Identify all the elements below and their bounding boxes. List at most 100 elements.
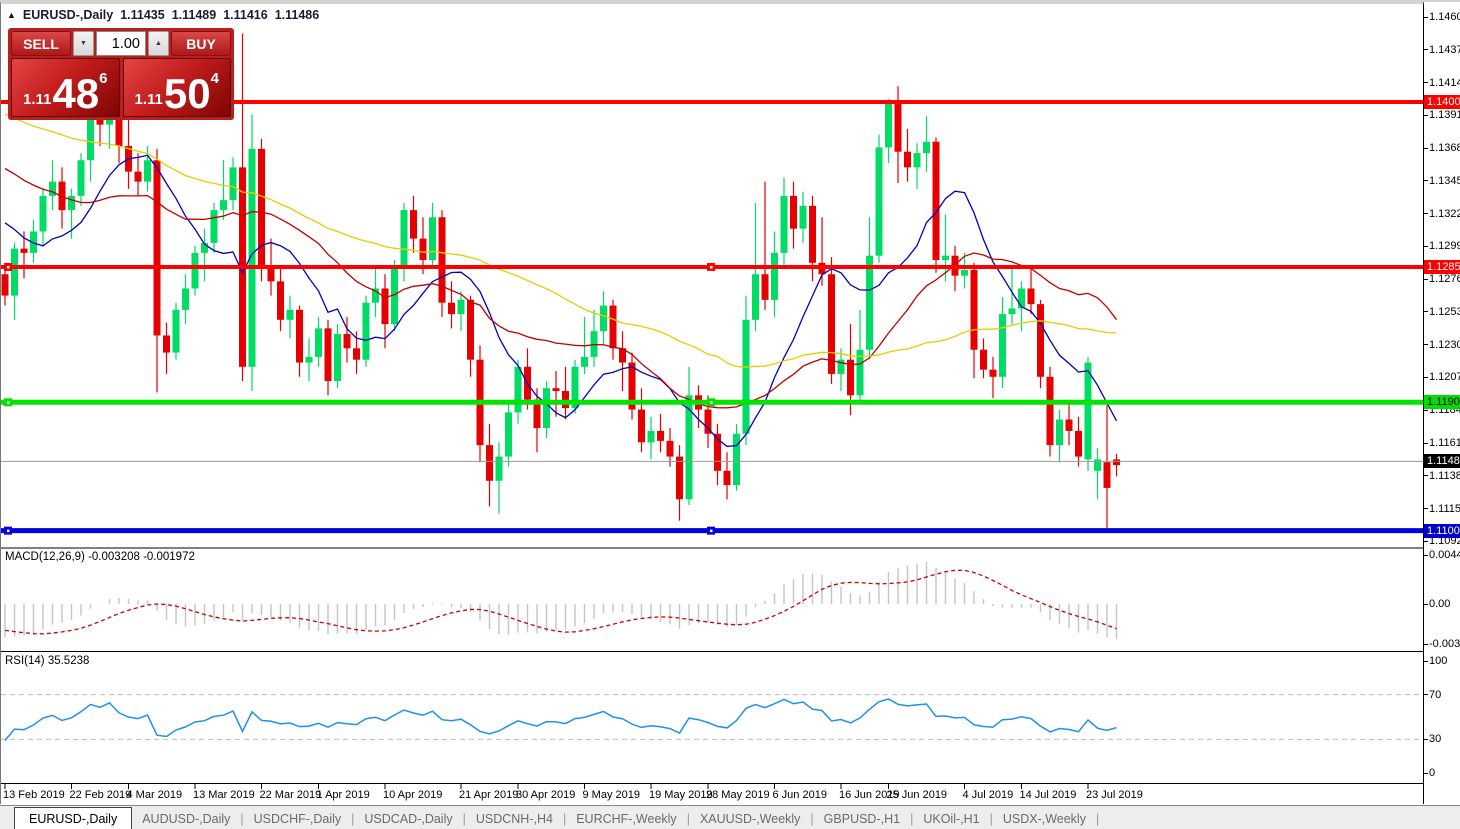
tab-eurusd-daily[interactable]: EURUSD-,Daily [14, 807, 132, 829]
ohlc-open: 1.11435 [120, 8, 165, 22]
volume-input[interactable] [96, 31, 146, 56]
candle [743, 320, 750, 434]
tab-usdcnh-h4[interactable]: USDCNH-,H4 [466, 808, 563, 829]
candle [458, 300, 465, 314]
price-axis-label-tick [1424, 213, 1428, 214]
candle [762, 274, 769, 300]
candle [258, 149, 265, 267]
candle [68, 196, 75, 210]
candle [78, 160, 85, 196]
rsi-axis-label: 0 [1429, 767, 1435, 779]
macd-axis-label: 0.004465 [1429, 549, 1460, 561]
terminal-window: 13 Feb 201922 Feb 20194 Mar 201913 Mar 2… [0, 0, 1460, 829]
one-click-trading-widget: SELL ▼ ▲ BUY 1.11 48 6 1.11 50 4 [8, 28, 234, 120]
macd-axis-label-tick [1424, 604, 1428, 605]
price-axis-label: 1.13915 [1429, 109, 1460, 121]
candle [1113, 459, 1120, 465]
candle [1104, 462, 1111, 488]
candle [638, 410, 645, 443]
sell-price-big: 48 [52, 77, 99, 111]
candle [515, 367, 522, 413]
price-axis-label: 1.13685 [1429, 142, 1460, 154]
chevron-down-icon: ▼ [80, 40, 87, 47]
price-axis-label-tick [1424, 508, 1428, 509]
candle [999, 314, 1006, 377]
candle [1047, 377, 1054, 445]
tab-gbpusd-h1[interactable]: GBPUSD-,H1 [814, 808, 910, 829]
tab-ukoil-h1[interactable]: UKOil-,H1 [913, 808, 989, 829]
candle [220, 200, 227, 210]
macd-axis-label-tick [1424, 644, 1428, 645]
candle [135, 172, 142, 182]
candle [382, 288, 389, 324]
price-axis-label-tick [1424, 148, 1428, 149]
candle [1018, 288, 1025, 308]
buy-price-box[interactable]: 1.11 50 4 [123, 58, 232, 117]
time-label: 25 Jun 2019 [887, 789, 948, 801]
time-label: 22 Feb 2019 [70, 789, 132, 801]
candle [173, 310, 180, 353]
candle [809, 206, 816, 263]
candle [1066, 420, 1073, 431]
price-axis-label: 1.12995 [1429, 240, 1460, 252]
time-label: 13 Feb 2019 [3, 789, 65, 801]
candle [344, 334, 351, 348]
price-chart[interactable]: 13 Feb 201922 Feb 20194 Mar 201913 Mar 2… [0, 2, 1424, 804]
candle [885, 103, 892, 147]
rsi-axis-label: 30 [1429, 733, 1441, 745]
candle [733, 434, 740, 485]
tab-xauusd-weekly[interactable]: XAUUSD-,Weekly [690, 808, 810, 829]
time-label: 1 Apr 2019 [317, 789, 370, 801]
price-axis-label: 1.11155 [1429, 503, 1460, 515]
hline-handle-dot [710, 401, 713, 404]
rsi-axis-label: 100 [1429, 655, 1447, 667]
time-label: 9 May 2019 [583, 789, 640, 801]
sell-price-sup: 6 [99, 70, 107, 87]
time-label: 21 Apr 2019 [459, 789, 518, 801]
candle [676, 457, 683, 500]
price-axis-label: 1.13225 [1429, 208, 1460, 220]
price-axis-label-tick [1424, 344, 1428, 345]
rsi-axis-label-tick [1424, 661, 1428, 662]
tab-usdchf-daily[interactable]: USDCHF-,Daily [244, 808, 352, 829]
volume-decrease-button[interactable]: ▼ [73, 31, 94, 56]
buy-price-small: 1.11 [135, 91, 163, 108]
candle [420, 239, 427, 260]
sell-price-box[interactable]: 1.11 48 6 [11, 58, 120, 117]
tab-audusd-daily[interactable]: AUDUSD-,Daily [132, 808, 240, 829]
rsi-title: RSI(14) 35.5238 [5, 655, 89, 667]
candle [1037, 304, 1044, 377]
price-axis-label: 1.12765 [1429, 273, 1460, 285]
tab-usdcad-daily[interactable]: USDCAD-,Daily [354, 808, 462, 829]
candle [648, 431, 655, 442]
sell-button[interactable]: SELL [11, 31, 71, 56]
candle [154, 160, 161, 335]
rsi-axis-label: 70 [1429, 689, 1441, 701]
candle [961, 270, 968, 276]
volume-increase-button[interactable]: ▲ [148, 31, 169, 56]
candle [11, 249, 18, 296]
candle [933, 142, 940, 260]
buy-price-sup: 4 [211, 70, 219, 87]
price-axis[interactable]: 1.146051.143751.141451.139151.136851.134… [1424, 2, 1460, 804]
tab-usdx-weekly[interactable]: USDX-,Weekly [993, 808, 1096, 829]
candle [296, 310, 303, 363]
time-label: 30 Apr 2019 [516, 789, 575, 801]
candle [467, 300, 474, 360]
candle [448, 303, 455, 314]
hline-handle-dot [7, 530, 10, 533]
buy-button[interactable]: BUY [171, 31, 231, 56]
candle [771, 253, 778, 300]
tab-eurchf-weekly[interactable]: EURCHF-,Weekly [566, 808, 686, 829]
tab-separator: | [1096, 812, 1099, 826]
time-label: 22 Mar 2019 [260, 789, 322, 801]
macd-axis-label-tick [1424, 555, 1428, 556]
candle [230, 167, 237, 200]
candle [353, 348, 360, 359]
price-axis-label-tick [1424, 49, 1428, 50]
candle [790, 196, 797, 229]
candle [325, 328, 332, 381]
candle [182, 288, 189, 309]
candle [610, 306, 617, 349]
price-axis-label-tick [1424, 410, 1428, 411]
